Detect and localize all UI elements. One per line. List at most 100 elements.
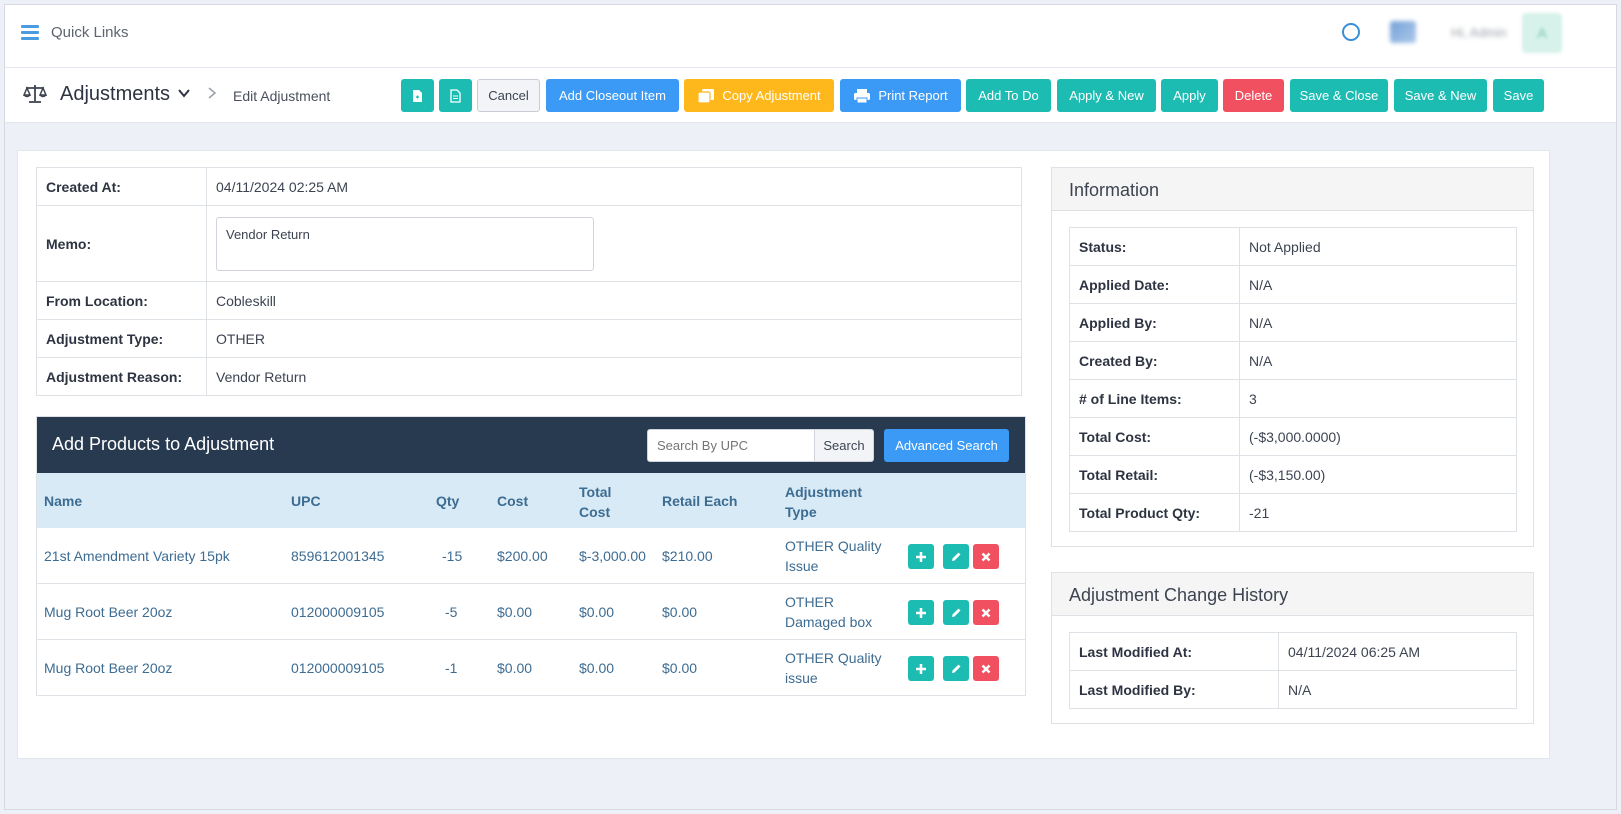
product-total-cost: $0.00 <box>579 660 615 676</box>
product-retail: $210.00 <box>662 548 713 564</box>
add-row-button[interactable] <box>908 656 934 681</box>
product-qty: -1 <box>445 660 458 676</box>
last-modified-at-label: Last Modified At: <box>1069 632 1279 671</box>
upc-search-button[interactable]: Search <box>814 429 874 462</box>
product-adjustment-type: OTHER Quality issue <box>785 648 881 688</box>
table-row: Adjustment Type: OTHER <box>36 319 1022 358</box>
product-retail: $0.00 <box>662 660 698 676</box>
products-column-header: Name UPC Qty Cost Total Cost Retail Each… <box>37 473 1025 528</box>
delete-row-button[interactable] <box>973 600 999 625</box>
table-row: Adjustment Reason: Vendor Return <box>36 357 1022 396</box>
applied-date-label: Applied Date: <box>1069 265 1240 304</box>
last-modified-by-label: Last Modified By: <box>1069 670 1279 709</box>
line-items-label: # of Line Items: <box>1069 379 1240 418</box>
copy-adjustment-button[interactable]: Copy Adjustment <box>684 79 834 112</box>
close-icon <box>981 552 991 561</box>
search-icon[interactable] <box>1342 23 1360 41</box>
total-retail-label: Total Retail: <box>1069 455 1240 494</box>
column-total-cost[interactable]: Total Cost <box>579 482 619 522</box>
edit-row-button[interactable] <box>943 600 969 625</box>
total-cost-label: Total Cost: <box>1069 417 1240 456</box>
column-upc[interactable]: UPC <box>291 491 321 511</box>
products-panel: Add Products to Adjustment Search Advanc… <box>36 416 1026 696</box>
breadcrumb: Edit Adjustment <box>233 88 331 104</box>
chevron-down-icon[interactable] <box>177 86 191 100</box>
adjustment-type-line: OTHER Quality <box>785 650 882 666</box>
from-location-label: From Location: <box>36 281 207 320</box>
plus-icon <box>916 663 926 674</box>
apply-button[interactable]: Apply <box>1161 79 1218 112</box>
add-row-button[interactable] <box>908 544 934 569</box>
products-title: Add Products to Adjustment <box>52 434 275 454</box>
avatar[interactable]: A <box>1522 13 1562 53</box>
last-modified-by-value: N/A <box>1278 670 1517 709</box>
copy-icon <box>697 88 715 104</box>
created-at-label: Created At: <box>36 167 207 206</box>
save-new-button[interactable]: Save & New <box>1394 79 1487 112</box>
document-button[interactable] <box>439 79 472 112</box>
add-closeout-item-button[interactable]: Add Closeout Item <box>546 79 679 112</box>
table-row: Mug Root Beer 20oz 012000009105 -5 $0.00… <box>37 584 1025 640</box>
adjustment-type-line: Issue <box>785 558 819 574</box>
scale-icon <box>23 85 47 103</box>
add-row-button[interactable] <box>908 600 934 625</box>
upc-search-input[interactable] <box>647 429 815 462</box>
chevron-right-icon <box>207 86 217 103</box>
print-report-button[interactable]: Print Report <box>840 79 961 112</box>
adjustment-type-label: Adjustment Type: <box>36 319 207 358</box>
last-modified-at-value: 04/11/2024 06:25 AM <box>1278 632 1517 671</box>
file-icon <box>413 89 422 102</box>
table-row: Status: Not Applied <box>1069 227 1517 266</box>
table-row: Total Retail: (-$3,150.00) <box>1069 455 1517 494</box>
quick-links-link[interactable]: Quick Links <box>51 24 129 41</box>
status-label: Status: <box>1069 227 1240 266</box>
table-row: Applied Date: N/A <box>1069 265 1517 304</box>
apply-new-button[interactable]: Apply & New <box>1057 79 1156 112</box>
close-icon <box>981 608 991 617</box>
total-retail-value: (-$3,150.00) <box>1239 455 1517 494</box>
delete-row-button[interactable] <box>973 544 999 569</box>
column-retail-each[interactable]: Retail Each <box>662 491 737 511</box>
column-cost[interactable]: Cost <box>497 491 528 511</box>
adjustment-reason-label: Adjustment Reason: <box>36 357 207 396</box>
table-row: Total Product Qty: -21 <box>1069 493 1517 532</box>
edit-row-button[interactable] <box>943 656 969 681</box>
print-icon <box>854 88 871 103</box>
delete-row-button[interactable] <box>973 656 999 681</box>
product-adjustment-type: OTHER Damaged box <box>785 592 872 632</box>
information-panel: Information Status: Not Applied Applied D… <box>1051 167 1534 547</box>
advanced-search-button[interactable]: Advanced Search <box>884 429 1009 462</box>
table-row: Applied By: N/A <box>1069 303 1517 342</box>
menu-icon[interactable] <box>21 25 39 40</box>
add-todo-button[interactable]: Add To Do <box>966 79 1051 112</box>
save-close-button[interactable]: Save & Close <box>1290 79 1388 112</box>
memo-field[interactable]: Vendor Return <box>216 216 594 271</box>
user-greeting[interactable]: Hi, Admin <box>1451 25 1507 40</box>
save-button[interactable]: Save <box>1493 79 1544 112</box>
product-retail: $0.00 <box>662 604 698 620</box>
change-history-panel: Adjustment Change History Last Modified … <box>1051 572 1534 724</box>
app-frame: Quick Links Hi, Admin A Adjustments Edit… <box>4 4 1617 810</box>
column-adjustment-type[interactable]: Adjustment Type <box>785 482 875 522</box>
cancel-button[interactable]: Cancel <box>477 79 540 112</box>
table-row: From Location: Cobleskill <box>36 281 1022 320</box>
column-qty[interactable]: Qty <box>436 491 459 511</box>
edit-row-button[interactable] <box>943 544 969 569</box>
table-row: Last Modified At: 04/11/2024 06:25 AM <box>1069 632 1517 671</box>
table-row: Total Cost: (-$3,000.0000) <box>1069 417 1517 456</box>
pencil-icon <box>952 664 961 673</box>
delete-button[interactable]: Delete <box>1223 79 1284 112</box>
information-table: Status: Not Applied Applied Date: N/A Appl… <box>1069 227 1517 532</box>
memo-label: Memo: <box>36 205 207 282</box>
applied-by-label: Applied By: <box>1069 303 1240 342</box>
close-icon <box>981 664 991 673</box>
product-qty: -5 <box>445 604 458 620</box>
column-name[interactable]: Name <box>44 491 82 511</box>
product-name: Mug Root Beer 20oz <box>44 604 173 620</box>
new-file-button[interactable] <box>401 79 434 112</box>
table-row: Mug Root Beer 20oz 012000009105 -1 $0.00… <box>37 640 1025 696</box>
from-location-value: Cobleskill <box>206 281 1022 320</box>
adjustment-details-table: Created At: 04/11/2024 02:25 AM Memo: Ve… <box>36 167 1022 396</box>
notification-icon[interactable] <box>1390 21 1416 43</box>
adjustment-type-line: OTHER <box>785 594 834 610</box>
